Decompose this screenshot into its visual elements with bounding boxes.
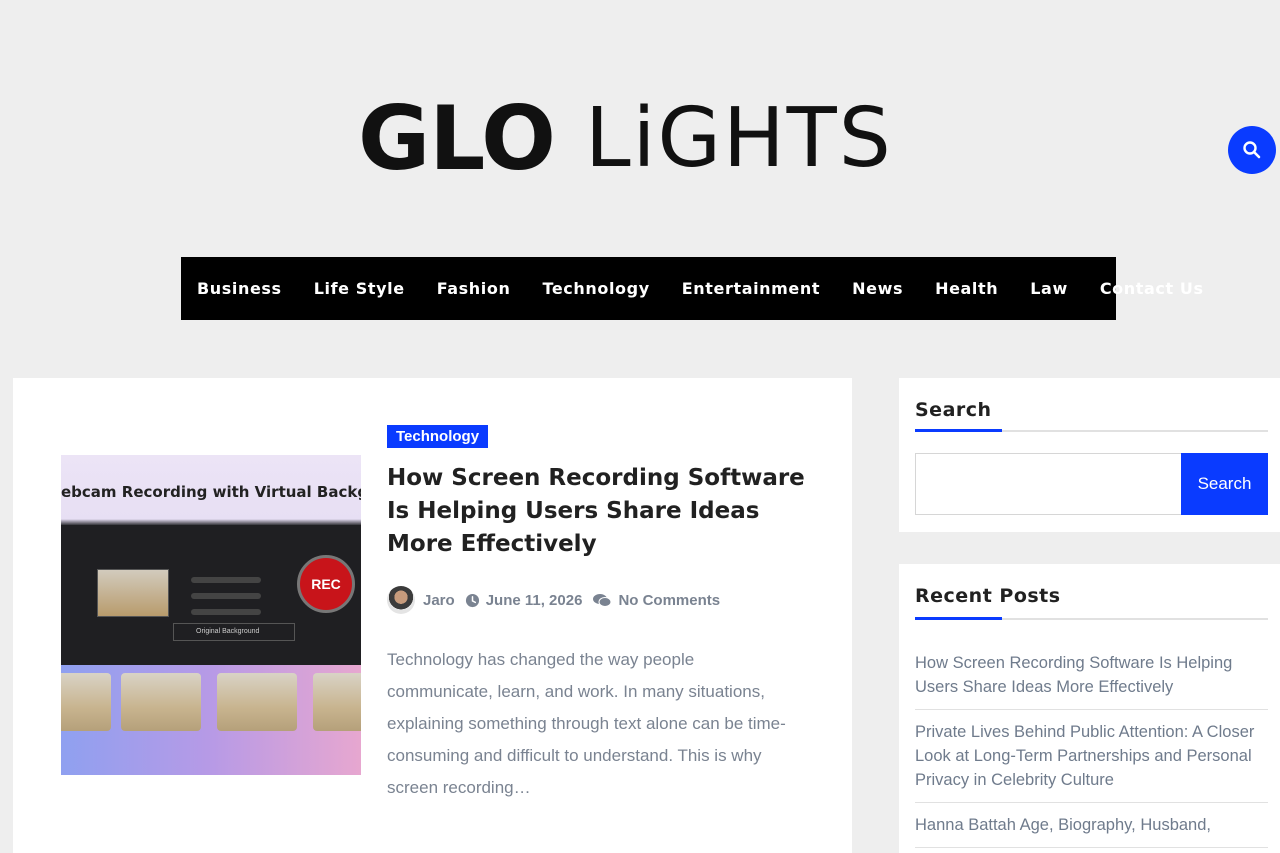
nav-item-technology[interactable]: Technology	[542, 279, 649, 298]
search-icon	[1243, 141, 1261, 159]
main-nav: Business Life Style Fashion Technology E…	[181, 257, 1203, 320]
nav-item-law[interactable]: Law	[1030, 279, 1068, 298]
thumbnail-heading: ebcam Recording with Virtual Backgrou	[61, 483, 361, 501]
logo-text-glo: GLO	[358, 87, 556, 190]
recent-post-link[interactable]: How Screen Recording Software Is Helping…	[915, 641, 1268, 710]
nav-item-fashion[interactable]: Fashion	[437, 279, 511, 298]
thumbnail-webcam-preview	[97, 569, 169, 617]
nav-item-life-style[interactable]: Life Style	[314, 279, 405, 298]
thumbnail-tile	[313, 673, 361, 731]
post-excerpt: Technology has changed the way people co…	[387, 650, 786, 797]
thumbnail-control-bar	[191, 609, 261, 615]
thumbnail-rec-button: REC	[297, 555, 355, 613]
thumbnail-control-bar	[191, 593, 261, 599]
post-title[interactable]: How Screen Recording Software Is Helping…	[387, 462, 807, 561]
thumbnail-tile	[121, 673, 201, 731]
thumbnail-background-select: Original Background	[173, 623, 295, 641]
widget-divider-accent	[915, 617, 1002, 620]
post-date-link[interactable]: June 11, 2026	[486, 592, 583, 609]
post-meta: Jaro June 11, 2026 No Comments	[387, 586, 720, 614]
nav-item-news[interactable]: News	[852, 279, 903, 298]
thumbnail-gallery	[61, 665, 361, 775]
widget-title-search: Search	[915, 399, 992, 421]
nav-item-health[interactable]: Health	[935, 279, 998, 298]
thumbnail-tile	[61, 673, 111, 731]
site-logo[interactable]: GLO LiGHTS	[358, 94, 918, 184]
recent-post-link[interactable]: Private Lives Behind Public Attention: A…	[915, 710, 1268, 803]
widget-title-recent-posts: Recent Posts	[915, 585, 1061, 607]
recent-posts-list: How Screen Recording Software Is Helping…	[915, 641, 1268, 848]
search-widget: Search Search	[899, 378, 1280, 532]
search-input[interactable]	[915, 453, 1181, 515]
nav-item-entertainment[interactable]: Entertainment	[682, 279, 820, 298]
author-avatar[interactable]	[387, 586, 415, 614]
category-badge[interactable]: Technology	[387, 425, 489, 448]
recent-posts-widget: Recent Posts How Screen Recording Softwa…	[899, 564, 1280, 853]
logo-text-lights: LiGHTS	[584, 91, 893, 186]
clock-icon	[465, 593, 480, 608]
header-search-button[interactable]	[1228, 126, 1276, 174]
post-card: ebcam Recording with Virtual Backgrou Or…	[13, 378, 852, 853]
comments-icon	[592, 593, 612, 608]
nav-item-business[interactable]: Business	[197, 279, 282, 298]
search-button[interactable]: Search	[1181, 453, 1268, 515]
author-link[interactable]: Jaro	[423, 592, 455, 609]
comments-link[interactable]: No Comments	[618, 592, 720, 609]
widget-divider-accent	[915, 429, 1002, 432]
post-thumbnail[interactable]: ebcam Recording with Virtual Backgrou Or…	[61, 455, 361, 775]
thumbnail-app-window: Original Background REC	[61, 525, 361, 665]
thumbnail-tile	[217, 673, 297, 731]
thumbnail-control-bar	[191, 577, 261, 583]
nav-item-contact-us[interactable]: Contact Us	[1100, 279, 1204, 298]
recent-post-link[interactable]: Hanna Battah Age, Biography, Husband,	[915, 803, 1268, 848]
